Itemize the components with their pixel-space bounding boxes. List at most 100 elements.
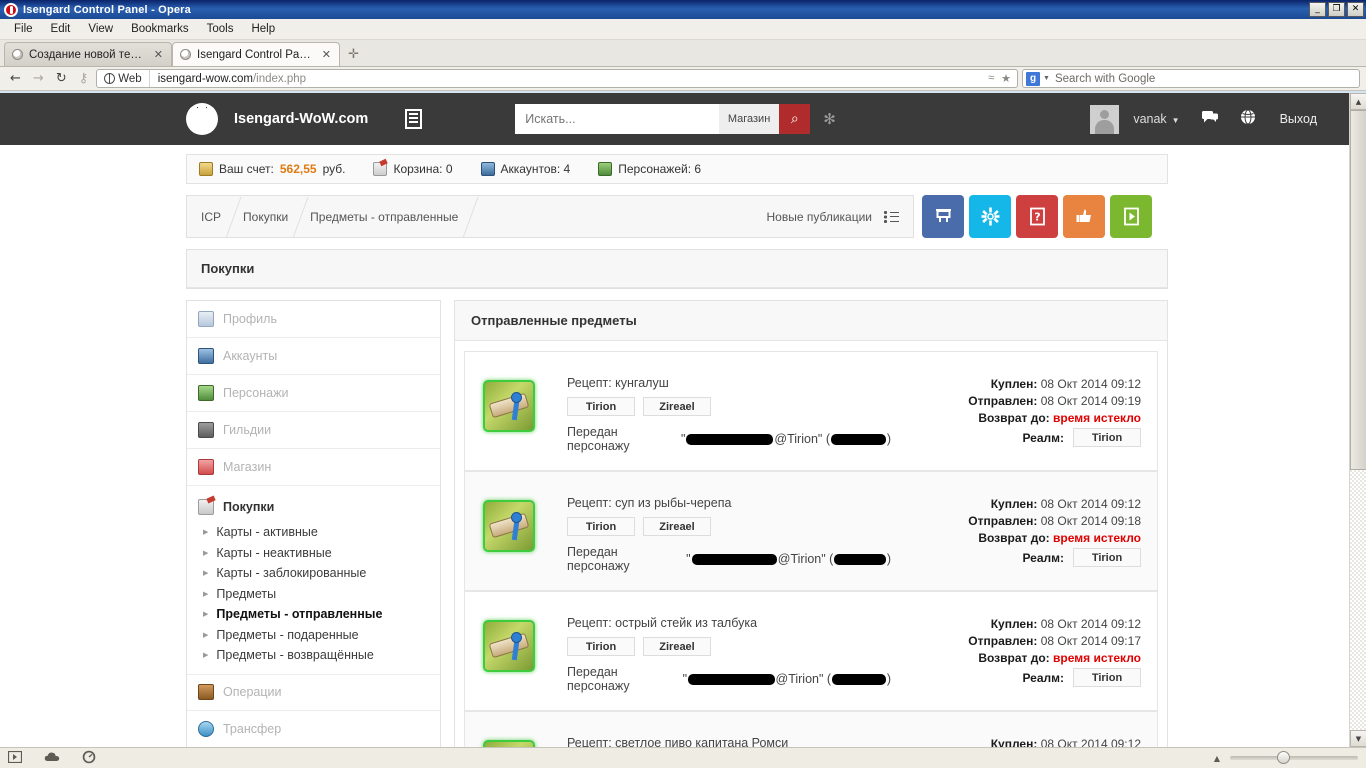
help-button[interactable]: ? [1016,195,1058,238]
search-submit-icon[interactable]: ⌕ [779,104,811,134]
new-tab-button[interactable]: ✛ [340,46,367,66]
transfer-prefix: Передан персонажу [567,425,630,453]
new-publications-link[interactable]: Новые публикации [767,210,873,224]
list-view-icon[interactable] [884,210,899,223]
site-search[interactable]: Магазин ⌕ [515,104,811,134]
sidebar-subitem-cards-inactive[interactable]: ▶ Карты - неактивные [187,543,440,564]
sidebar-subitem-items-gifted[interactable]: ▶ Предметы - подаренные [187,625,440,646]
recipe-scroll-icon[interactable] [483,740,535,747]
menu-item-file[interactable]: File [6,21,41,37]
sidebar-item-purchases[interactable]: Покупки [187,492,440,522]
bought-value: 08 Окт 2014 09:12 [1040,497,1141,511]
site-logo-hand-icon[interactable] [186,103,218,135]
sidebar-subitem-cards-blocked[interactable]: ▶ Карты - заблокированные [187,563,440,584]
recipe-scroll-icon[interactable] [483,500,535,552]
breadcrumb-item-sent-items[interactable]: Предметы - отправленные [310,210,480,224]
rss-icon[interactable]: ≈ [988,72,994,85]
sent-items-panel: Отправленные предметы Рецепт: кунгалуш T… [454,300,1168,747]
tab-close-icon[interactable]: ✕ [154,48,163,61]
zoom-slider-thumb[interactable] [1277,751,1290,764]
menu-item-bookmarks[interactable]: Bookmarks [123,21,197,37]
recipe-scroll-icon[interactable] [483,380,535,432]
avatar[interactable] [1090,104,1120,134]
browser-search-input[interactable]: Search with Google [1055,73,1155,85]
breadcrumb-item-icp[interactable]: ICP [201,210,243,224]
sidebar-item-shop[interactable]: Магазин [187,449,440,486]
search-scope-label[interactable]: Магазин [718,104,780,134]
sidebar-item-characters[interactable]: Персонажи [187,375,440,412]
cloud-icon[interactable] [44,751,60,765]
item-title[interactable]: Рецепт: светлое пиво капитана Ромси [567,736,891,747]
browser-tab-forum[interactable]: Создание новой темы -... ✕ [4,42,172,66]
scrollbar-track[interactable] [1350,110,1366,730]
sidebar-subitem-items-returned[interactable]: ▶ Предметы - возвращённые [187,645,440,666]
play-button[interactable] [1110,195,1152,238]
logout-link[interactable]: Выход [1280,112,1317,126]
back-icon[interactable]: ← [6,71,25,86]
panel-toggle-icon[interactable] [7,750,23,766]
balance-value: 562,55 [279,162,317,176]
chat-icon[interactable] [1201,110,1218,128]
item-title[interactable]: Рецепт: острый стейк из талбука [567,616,891,630]
reload-icon[interactable]: ↻ [52,71,71,86]
restore-button[interactable]: ❐ [1328,2,1345,17]
header-gear-icon[interactable]: ✻ [823,110,836,128]
menu-item-tools[interactable]: Tools [199,21,242,37]
window-title: Isengard Control Panel - Opera [23,3,191,16]
list-item[interactable]: Рецепт: острый стейк из талбука Tirion Z… [464,591,1158,711]
key-icon[interactable]: ⚷ [75,71,93,86]
scroll-down-button[interactable]: ▼ [1350,730,1366,747]
browser-tab-isengard[interactable]: Isengard Control Panel ✕ [172,42,340,66]
site-search-input[interactable] [515,104,719,134]
chevron-down-icon[interactable]: ▼ [1043,75,1050,82]
tab-close-icon[interactable]: ✕ [322,48,331,61]
item-title[interactable]: Рецепт: суп из рыбы-черепа [567,496,891,510]
settings-button[interactable] [969,195,1011,238]
cart-item[interactable]: Корзина: 0 [373,162,453,176]
forward-icon[interactable]: → [29,71,48,86]
chevron-right-icon: ▶ [203,589,209,598]
list-item[interactable]: Рецепт: суп из рыбы-черепа Tirion Zireae… [464,471,1158,591]
sidebar-item-guilds[interactable]: Гильдии [187,412,440,449]
menu-item-edit[interactable]: Edit [43,21,79,37]
menu-item-view[interactable]: View [80,21,121,37]
list-item[interactable]: Рецепт: светлое пиво капитана Ромси Купл… [464,711,1158,747]
globe-language-icon[interactable] [1240,109,1256,129]
cart-button[interactable] [922,195,964,238]
balance-currency: руб. [322,162,346,176]
breadcrumb-item-purchases[interactable]: Покупки [243,210,310,224]
minimize-button[interactable]: _ [1309,2,1326,17]
address-bar[interactable]: Web isengard-wow.com/index.php ≈ ★ [96,69,1018,88]
close-button[interactable]: ✕ [1347,2,1364,17]
bookmark-star-icon[interactable]: ★ [1001,72,1011,85]
sidebar-item-transfer[interactable]: Трансфер [187,711,440,747]
sidebar-item-accounts[interactable]: Аккаунты [187,338,440,375]
balance-item[interactable]: Ваш счет: 562,55 руб. [199,162,345,176]
zoom-control[interactable]: ▲ [1214,751,1358,764]
username-menu[interactable]: vanak ▼ [1133,112,1179,126]
site-brand[interactable]: Isengard-WoW.com [234,111,368,127]
bought-label: Куплен: [990,377,1038,391]
list-item[interactable]: Рецепт: кунгалуш Tirion Zireael Передан … [464,351,1158,471]
sidebar-subitem-items[interactable]: ▶ Предметы [187,584,440,605]
recipe-scroll-icon[interactable] [483,620,535,672]
menu-item-help[interactable]: Help [243,21,283,37]
zoom-slider-track[interactable] [1230,751,1358,764]
zoom-caret-icon[interactable]: ▲ [1214,754,1220,763]
like-button[interactable] [1063,195,1105,238]
page-scrollbar[interactable]: ▲ ▼ [1349,93,1366,747]
accounts-item[interactable]: Аккаунтов: 4 [480,162,570,176]
characters-item[interactable]: Персонажей: 6 [598,162,701,176]
menu-list-icon[interactable] [405,109,423,129]
sidebar-subitem-items-sent[interactable]: ▶ Предметы - отправленные [187,604,440,625]
sidebar-subitem-cards-active[interactable]: ▶ Карты - активные [187,522,440,543]
scroll-up-button[interactable]: ▲ [1350,93,1366,110]
sidebar-item-operations[interactable]: Операции [187,673,440,711]
item-title[interactable]: Рецепт: кунгалуш [567,376,891,390]
scrollbar-thumb[interactable] [1350,110,1366,470]
sidebar-item-profile[interactable]: Профиль [187,301,440,338]
speedometer-icon[interactable] [82,750,96,767]
status-badge: Tirion [567,397,635,416]
web-scope-badge[interactable]: Web [97,70,150,87]
browser-search-bar[interactable]: g ▼ Search with Google [1022,69,1360,88]
